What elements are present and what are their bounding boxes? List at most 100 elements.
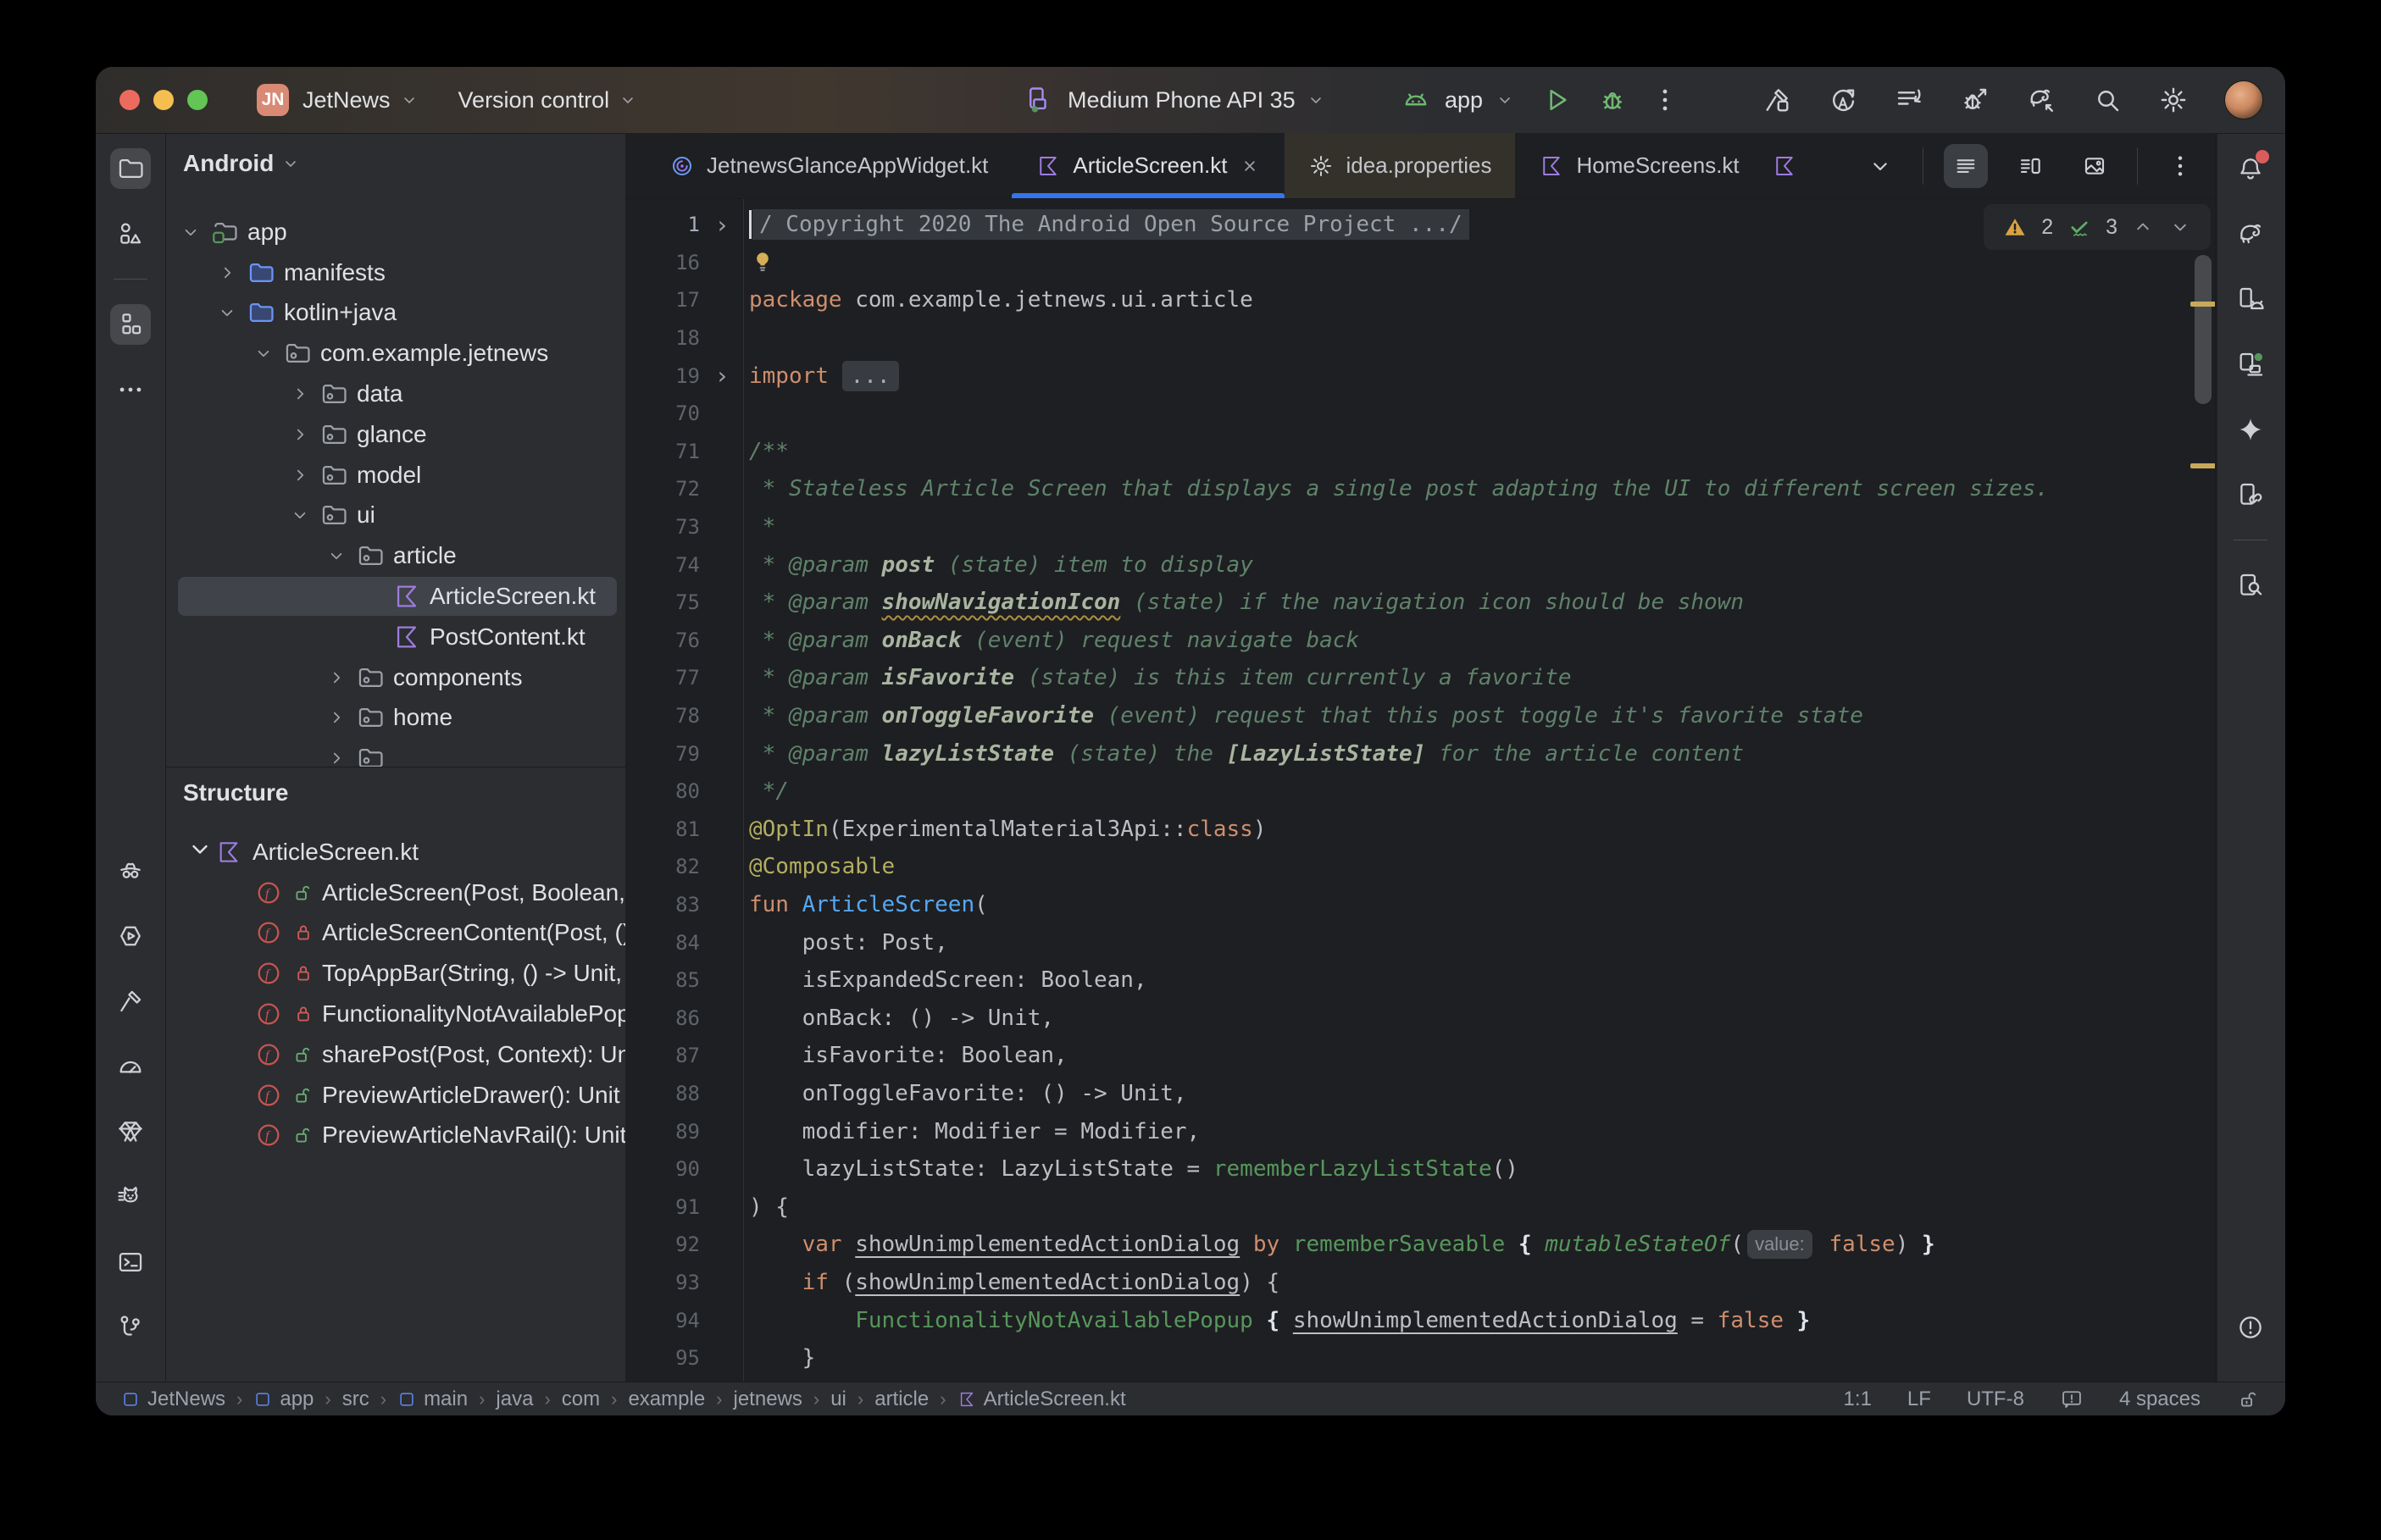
device-explorer-button[interactable] <box>2230 565 2271 606</box>
breadcrumb-articlescreen-kt[interactable]: ArticleScreen.kt <box>957 1388 1126 1411</box>
code-line-78[interactable]: 78 * @param onToggleFavorite (event) req… <box>625 697 2217 735</box>
tab-homescreens-kt[interactable]: HomeScreens.kt <box>1515 133 1762 198</box>
code-line-79[interactable]: 79 * @param lazyListState (state) the [L… <box>625 734 2217 773</box>
view-split-button[interactable] <box>2008 144 2052 188</box>
feedback-icon[interactable] <box>2060 1388 2084 1411</box>
chevron-down-icon[interactable] <box>253 341 283 366</box>
code-line-84[interactable]: 84 post: Post, <box>625 923 2217 961</box>
profiler-button[interactable] <box>110 1046 151 1087</box>
code-line-74[interactable]: 74 * @param post (state) item to display <box>625 546 2217 584</box>
build-button[interactable] <box>110 981 151 1022</box>
running-devices-button[interactable] <box>2230 344 2271 385</box>
intention-bulb-icon[interactable] <box>749 249 776 276</box>
search-icon[interactable] <box>2092 85 2123 115</box>
chevron-right-icon[interactable] <box>289 381 319 407</box>
tree-item-kotlin-java[interactable]: kotlin+java <box>166 293 625 334</box>
chevron-down-icon[interactable] <box>325 543 356 568</box>
tree-item-app[interactable]: app <box>166 212 625 252</box>
settings-gear-icon[interactable] <box>2158 85 2189 115</box>
breadcrumb-article[interactable]: article <box>874 1388 929 1411</box>
code-line-1[interactable]: 1›/ Copyright 2020 The Android Open Sour… <box>625 206 2217 244</box>
code-line-94[interactable]: 94 FunctionalityNotAvailablePopup { show… <box>625 1301 2217 1339</box>
tab-overflow[interactable] <box>1763 133 1831 198</box>
zoom-window-button[interactable] <box>187 90 208 110</box>
problems-button[interactable] <box>2230 1307 2271 1348</box>
build-hammer-icon[interactable] <box>1762 85 1792 115</box>
scrollbar-thumb[interactable] <box>2195 255 2212 404</box>
code-line-72[interactable]: 72 * Stateless Article Screen that displ… <box>625 470 2217 508</box>
minimize-window-button[interactable] <box>153 90 174 110</box>
code-line-80[interactable]: 80 */ <box>625 773 2217 811</box>
app-inspection-button[interactable] <box>110 850 151 891</box>
breadcrumb-java[interactable]: java <box>496 1388 533 1411</box>
tree-item-article[interactable]: article <box>166 535 625 576</box>
tab-articlescreen-kt[interactable]: ArticleScreen.kt <box>1012 133 1285 198</box>
breadcrumb-src[interactable]: src <box>342 1388 369 1411</box>
code-line-77[interactable]: 77 * @param isFavorite (state) is this i… <box>625 659 2217 697</box>
structure-item[interactable]: fArticleScreenContent(Post, () <box>166 913 625 954</box>
code-line-75[interactable]: 75 * @param showNavigationIcon (state) i… <box>625 584 2217 622</box>
code-editor[interactable]: 1›/ Copyright 2020 The Android Open Sour… <box>625 199 2217 1382</box>
apply-changes-icon[interactable] <box>1828 85 1858 115</box>
code-line-18[interactable]: 18 <box>625 319 2217 357</box>
code-line-71[interactable]: 71/** <box>625 433 2217 471</box>
tree-item-glance[interactable]: glance <box>166 414 625 455</box>
editor-more-button[interactable] <box>2158 144 2202 188</box>
chevron-down-icon[interactable] <box>289 502 319 528</box>
structure-root[interactable]: ArticleScreen.kt <box>166 832 625 872</box>
breadcrumb-jetnews[interactable]: jetnews <box>734 1388 802 1411</box>
chevron-right-icon[interactable] <box>216 260 247 285</box>
run-config-label[interactable]: app <box>1445 87 1483 114</box>
breadcrumb-example[interactable]: example <box>628 1388 705 1411</box>
code-line-70[interactable]: 70 <box>625 395 2217 433</box>
close-tab-icon[interactable] <box>1239 155 1261 177</box>
run-button[interactable] <box>1540 84 1573 116</box>
breadcrumb-ui[interactable]: ui <box>830 1388 846 1411</box>
breadcrumb-com[interactable]: com <box>562 1388 600 1411</box>
debug-button[interactable] <box>1596 84 1629 116</box>
code-line-88[interactable]: 88 onToggleFavorite: () -> Unit, <box>625 1075 2217 1113</box>
version-control-button[interactable] <box>110 1307 151 1348</box>
structure-item[interactable]: fsharePost(Post, Context): Un <box>166 1034 625 1075</box>
more-tool-windows-button[interactable] <box>110 369 151 410</box>
tree-item-com-example-jetnews[interactable]: com.example.jetnews <box>166 333 625 374</box>
project-widget[interactable]: JetNews <box>289 87 419 114</box>
attach-debugger-icon[interactable] <box>1960 85 1990 115</box>
app-quality-insights-button[interactable] <box>110 1111 151 1152</box>
chevron-right-icon[interactable] <box>325 705 356 730</box>
chevron-down-icon[interactable] <box>216 300 247 325</box>
more-actions-button[interactable] <box>1651 86 1679 114</box>
code-line-95[interactable]: 95 } <box>625 1339 2217 1377</box>
device-mirroring-button[interactable] <box>2230 474 2271 515</box>
file-writable-icon[interactable] <box>2236 1388 2260 1411</box>
view-code-button[interactable] <box>1944 144 1988 188</box>
hidden-tabs-chevron-button[interactable] <box>1858 144 1902 188</box>
code-line-93[interactable]: 93 if (showUnimplementedActionDialog) { <box>625 1264 2217 1302</box>
project-badge[interactable]: JN <box>257 84 289 116</box>
chevron-down-icon[interactable] <box>180 219 210 245</box>
structure-button[interactable] <box>110 304 151 345</box>
breadcrumb-jetnews[interactable]: JetNews <box>121 1388 225 1411</box>
tree-item-postcontent-kt[interactable]: PostContent.kt <box>166 617 625 657</box>
code-line-76[interactable]: 76 * @param onBack (event) request navig… <box>625 622 2217 660</box>
warning-stripe-mark[interactable] <box>2190 463 2216 468</box>
chevron-right-icon[interactable] <box>289 422 319 447</box>
logcat-button[interactable] <box>110 1177 151 1217</box>
close-window-button[interactable] <box>119 90 140 110</box>
prev-problem-button[interactable] <box>2131 215 2155 239</box>
status-indent[interactable]: 4 spaces <box>2119 1388 2201 1411</box>
code-line-89[interactable]: 89 modifier: Modifier = Modifier, <box>625 1112 2217 1150</box>
inspection-widget[interactable]: 2 3 <box>1984 204 2211 250</box>
code-line-91[interactable]: 91) { <box>625 1188 2217 1226</box>
resource-manager-button[interactable] <box>110 213 151 254</box>
code-line-19[interactable]: 19›import ... <box>625 357 2217 395</box>
warning-stripe-mark[interactable] <box>2190 302 2216 307</box>
tree-item-manifests[interactable]: manifests <box>166 252 625 293</box>
next-problem-button[interactable] <box>2168 215 2192 239</box>
tree-item-ui[interactable]: ui <box>166 496 625 536</box>
chevron-right-icon[interactable] <box>325 745 356 767</box>
code-line-90[interactable]: 90 lazyListState: LazyListState = rememb… <box>625 1150 2217 1188</box>
structure-item[interactable]: fPreviewArticleDrawer(): Unit <box>166 1075 625 1116</box>
status-caret-position[interactable]: 1:1 <box>1844 1388 1872 1411</box>
terminal-button[interactable] <box>110 1242 151 1282</box>
